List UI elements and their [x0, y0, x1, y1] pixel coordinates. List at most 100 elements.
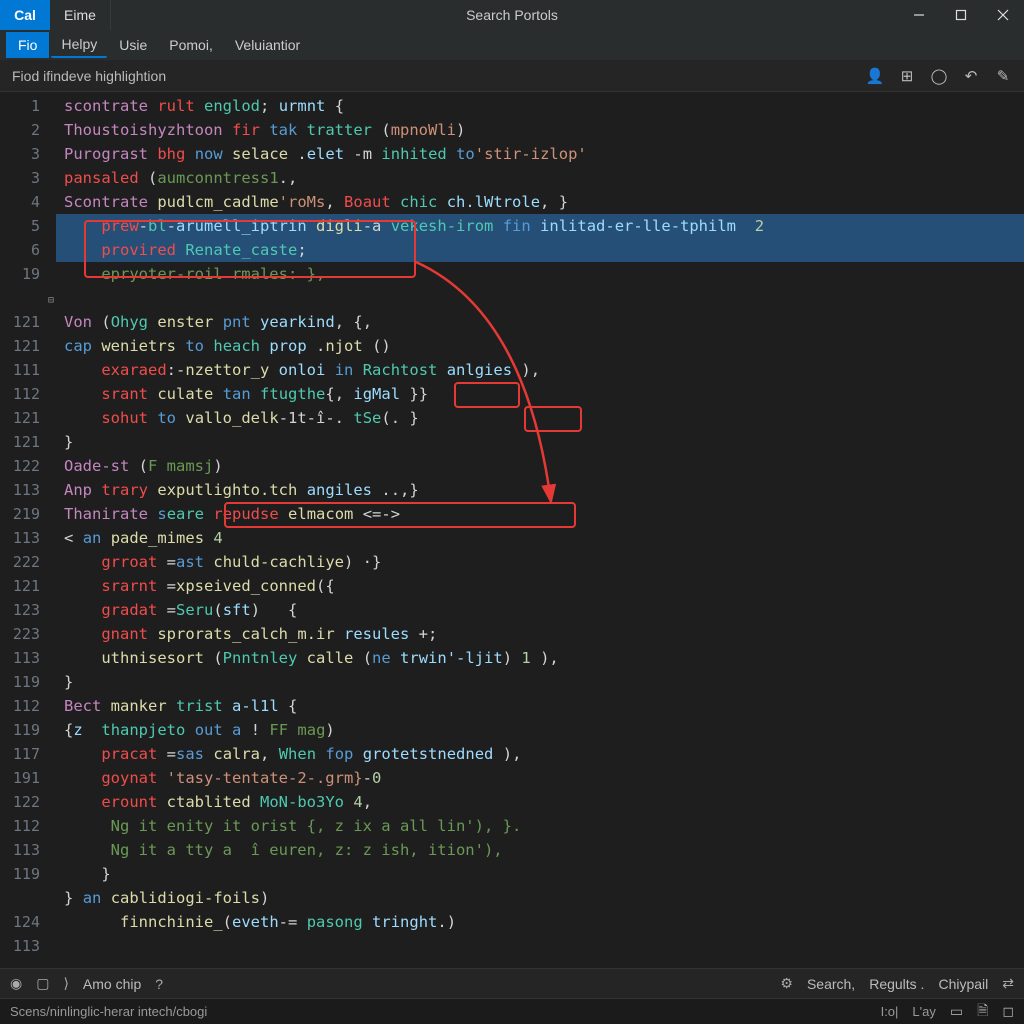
code-line[interactable]: sohut to vallo_delk-1t-î-. tSe(. }	[56, 406, 1024, 430]
code-line[interactable]: Ng it enity it orist {, z ix a all lin')…	[56, 814, 1024, 838]
code-line[interactable]: uthnisesort (Pnntnley calle (ne trwin'-l…	[56, 646, 1024, 670]
code-line[interactable]: srant culate tan ftugthe{, igMal }}	[56, 382, 1024, 406]
line-number: 6	[0, 238, 56, 262]
line-number: 117	[0, 742, 56, 766]
edit-icon[interactable]: ✎	[994, 67, 1012, 85]
line-number: 119	[0, 670, 56, 694]
line-number: 123	[0, 598, 56, 622]
titlebar-left: Cal Eime	[0, 0, 111, 30]
code-line[interactable]: Thoustoishyzhtoon fir tak tratter (mpnoW…	[56, 118, 1024, 142]
line-number: 122	[0, 790, 56, 814]
code-line[interactable]	[56, 286, 1024, 310]
window-title: Search Portols	[0, 7, 1024, 23]
menu-fio[interactable]: Fio	[6, 32, 49, 58]
code-line[interactable]: grroat =ast chuld-cachliye) ·}	[56, 550, 1024, 574]
line-number: 112	[0, 694, 56, 718]
code-line[interactable]: Thanirate seare repudse elmacom <=->	[56, 502, 1024, 526]
line-number: 112	[0, 382, 56, 406]
line-number: 121	[0, 406, 56, 430]
person-icon[interactable]: 👤	[866, 67, 884, 85]
code-line[interactable]: {z thanpjeto out a ! FF mag)	[56, 718, 1024, 742]
circle-icon[interactable]: ◉	[10, 975, 22, 992]
find-label: Fiod ifindeve highlightion	[12, 68, 166, 84]
line-number: 5	[0, 214, 56, 238]
code-line[interactable]: Oade-st (F mamsj)	[56, 454, 1024, 478]
window-controls	[898, 0, 1024, 30]
line-number: 119	[0, 718, 56, 742]
line-number: 3	[0, 166, 56, 190]
code-line[interactable]: gradat =Seru(sft) {	[56, 598, 1024, 622]
code-line[interactable]: Von (Ohyg enster pnt yearkind, {,	[56, 310, 1024, 334]
menubar: Fio Helpy Usie Pomoi, Veluiantior	[0, 30, 1024, 60]
line-number: 124	[0, 910, 56, 934]
line-gutter: 1233456191211211111121211211221132191132…	[0, 92, 56, 968]
help-icon[interactable]: ?	[155, 976, 163, 992]
menu-helpy[interactable]: Helpy	[51, 32, 107, 58]
code-line[interactable]: epryoter-roil rmales: },	[56, 262, 1024, 286]
code-line[interactable]: Ng it a tty a î euren, z: z ish, ition')…	[56, 838, 1024, 862]
line-number: 1	[0, 94, 56, 118]
code-line[interactable]: exaraed:-nzettor_y onloi in Rachtost anl…	[56, 358, 1024, 382]
code-line[interactable]: Purograst bhg now selace .elet -m inhite…	[56, 142, 1024, 166]
code-line[interactable]: erount ctablited MoN-bo3Yo 4,	[56, 790, 1024, 814]
app-badge[interactable]: Cal	[0, 0, 50, 30]
menu-pomoi[interactable]: Pomoi,	[159, 33, 223, 57]
close-button[interactable]	[982, 0, 1024, 30]
more-icon[interactable]: ⇄	[1002, 975, 1014, 992]
line-number: 113	[0, 838, 56, 862]
grid-icon[interactable]: ⊞	[898, 67, 916, 85]
code-line[interactable]: Scontrate pudlcm_cadlme'roMs, Boaut chic…	[56, 190, 1024, 214]
code-area[interactable]: scontrate rult englod; urmnt {Thoustoish…	[56, 92, 1024, 968]
code-line[interactable]: gnant sprorats_calch_m.ir resules +;	[56, 622, 1024, 646]
line-number: 121	[0, 310, 56, 334]
line-number	[0, 886, 56, 910]
status-page-icon[interactable]: 🗎	[977, 1000, 988, 1024]
line-number: 121	[0, 334, 56, 358]
search-label[interactable]: Search,	[807, 976, 855, 992]
menu-veluiantior[interactable]: Veluiantior	[225, 33, 310, 57]
line-number: 2	[0, 118, 56, 142]
line-number: 191	[0, 766, 56, 790]
code-line[interactable]: }	[56, 670, 1024, 694]
line-number: 219	[0, 502, 56, 526]
status-box-icon[interactable]: ▭	[950, 1003, 963, 1020]
line-number: 4	[0, 190, 56, 214]
chiypail-label[interactable]: Chiypail	[938, 976, 988, 992]
code-line[interactable]: cap wenietrs to heach prop .njot ()	[56, 334, 1024, 358]
find-bar: Fiod ifindeve highlightion 👤 ⊞ ◯ ↶ ✎	[0, 60, 1024, 92]
line-number: 112	[0, 814, 56, 838]
status-chip[interactable]: Amo chip	[83, 976, 141, 992]
status-square-icon[interactable]: ◻	[1002, 1003, 1014, 1020]
app-window: Cal Eime Search Portols Fio Helpy Usie P…	[0, 0, 1024, 1024]
code-line[interactable]: Bect manker trist a-l1l {	[56, 694, 1024, 718]
gear-icon[interactable]: ⚙	[780, 975, 793, 992]
code-line[interactable]: prew-bl-arumell_iptrin digli-a vekesh-ir…	[56, 214, 1024, 238]
code-line[interactable]: } an cablidiogi-foils)	[56, 886, 1024, 910]
code-line[interactable]: goynat 'tasy-tentate-2-.grm}-0	[56, 766, 1024, 790]
refresh-icon[interactable]: ◯	[930, 67, 948, 85]
code-line[interactable]: scontrate rult englod; urmnt {	[56, 94, 1024, 118]
minimize-button[interactable]	[898, 0, 940, 30]
code-line[interactable]: }	[56, 430, 1024, 454]
chevron-icon[interactable]: ⟩	[63, 975, 68, 992]
menu-usie[interactable]: Usie	[109, 33, 157, 57]
status-bar: Scens/ninlinglic-herar intech/cbogi I:o|…	[0, 998, 1024, 1024]
titlebar-tab[interactable]: Eime	[50, 0, 111, 30]
line-number: 222	[0, 550, 56, 574]
code-line[interactable]: < an pade_mimes 4	[56, 526, 1024, 550]
maximize-button[interactable]	[940, 0, 982, 30]
line-number: 113	[0, 646, 56, 670]
code-line[interactable]: pracat =sas calra, When fop grotetstnedn…	[56, 742, 1024, 766]
line-number	[0, 286, 56, 310]
code-line[interactable]: finnchinie_(eveth-= pasong tringht.)	[56, 910, 1024, 934]
code-line[interactable]: }	[56, 862, 1024, 886]
code-line[interactable]: pansaled (aumconntress1.,	[56, 166, 1024, 190]
code-line[interactable]: srarnt =xpseived_conned({	[56, 574, 1024, 598]
panel-icon[interactable]: ▢	[36, 975, 49, 992]
undo-icon[interactable]: ↶	[962, 67, 980, 85]
code-line[interactable]: provired Renate_caste;	[56, 238, 1024, 262]
code-line[interactable]: Anp trary exputlighto.tch angiles ..,}	[56, 478, 1024, 502]
editor[interactable]: 1233456191211211111121211211221132191132…	[0, 92, 1024, 968]
line-number: 19	[0, 262, 56, 286]
results-label[interactable]: Regults .	[869, 976, 924, 992]
